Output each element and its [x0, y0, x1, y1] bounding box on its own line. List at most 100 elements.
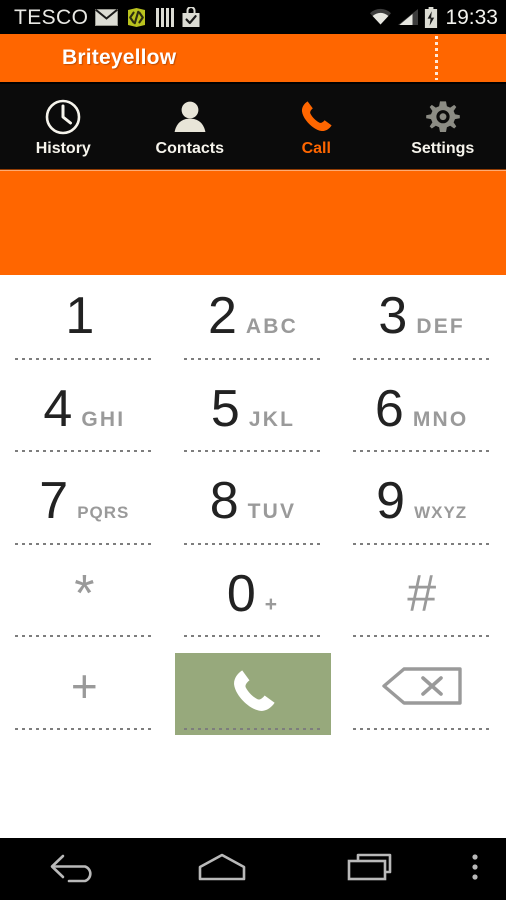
key-letters: WXYZ [414, 503, 468, 523]
key-separator [183, 635, 323, 638]
key-4[interactable]: 4 GHI [0, 368, 169, 461]
tab-bar: History Contacts Call Settings [0, 84, 506, 170]
tab-label-call: Call [301, 140, 331, 157]
play-store-icon [182, 6, 200, 27]
key-separator [15, 635, 154, 638]
tab-history[interactable]: History [0, 84, 127, 170]
key-separator [183, 357, 323, 360]
key-separator [352, 542, 491, 545]
number-display[interactable] [0, 171, 506, 275]
status-bar-clock: 19:33 [445, 5, 498, 29]
key-2[interactable]: 2 ABC [169, 275, 338, 368]
key-hash[interactable]: # [337, 553, 506, 646]
mail-icon [95, 8, 119, 26]
recents-icon [344, 850, 396, 889]
key-0[interactable]: 0 + [169, 553, 338, 646]
keypad-row: 4 GHI 5 JKL 6 MNO [0, 368, 506, 461]
app-bar-divider [435, 36, 438, 80]
phone-handset-icon [226, 665, 280, 724]
key-letters: DEF [416, 315, 465, 339]
tab-settings[interactable]: Settings [380, 84, 506, 170]
overflow-menu-icon [470, 850, 480, 889]
carrier-label: TESCO [14, 5, 89, 29]
app-title: Briteyellow [62, 46, 177, 69]
call-button[interactable] [175, 653, 331, 736]
key-digit: # [407, 565, 437, 624]
tab-call[interactable]: Call [253, 84, 380, 170]
keypad-action-row: + [0, 645, 506, 738]
nav-home-button[interactable] [148, 838, 296, 900]
key-digit: 1 [65, 287, 95, 346]
key-separator [352, 357, 491, 360]
nav-menu-button[interactable] [444, 838, 506, 900]
call-button-cell [169, 645, 338, 738]
app-bar: Briteyellow [0, 34, 506, 82]
system-nav-bar [0, 838, 506, 900]
key-letters: + [264, 593, 280, 617]
key-5[interactable]: 5 JKL [169, 368, 338, 461]
key-letters: TUV [247, 500, 297, 524]
keypad-row: 1 2 ABC 3 DEF [0, 275, 506, 368]
keypad-row: 7 PQRS 8 TUV 9 WXYZ [0, 460, 506, 553]
key-digit: 2 [207, 287, 237, 346]
home-icon [194, 850, 250, 889]
key-8[interactable]: 8 TUV [169, 460, 338, 553]
tab-label-contacts: Contacts [155, 140, 224, 157]
key-6[interactable]: 6 MNO [337, 368, 506, 461]
key-letters: PQRS [77, 503, 130, 523]
key-digit: 7 [39, 472, 69, 531]
keypad-row: * 0 + # [0, 553, 506, 646]
key-3[interactable]: 3 DEF [337, 275, 506, 368]
key-letters: JKL [248, 407, 296, 431]
backspace-icon [380, 665, 464, 707]
key-delete[interactable] [337, 645, 506, 738]
status-bar-left: TESCO [14, 5, 369, 29]
key-letters: MNO [412, 407, 469, 431]
key-separator [183, 542, 323, 545]
gear-icon [423, 97, 463, 137]
key-1[interactable]: 1 [0, 275, 169, 368]
battery-charging-icon [425, 6, 438, 28]
dial-keypad: 1 2 ABC 3 DEF 4 GHI 5 JKL 6 MNO 7 PQRS 8… [0, 275, 506, 738]
key-digit: 8 [209, 472, 239, 531]
key-separator [15, 727, 154, 730]
key-digit: 0 [226, 565, 256, 624]
clock-icon [43, 97, 83, 137]
key-plus[interactable]: + [0, 645, 169, 738]
developer-icon [128, 7, 146, 27]
tab-label-settings: Settings [411, 140, 475, 157]
key-star[interactable]: * [0, 553, 169, 646]
key-separator [15, 542, 154, 545]
key-digit: 4 [43, 379, 73, 438]
key-digit: 5 [210, 379, 240, 438]
key-digit: 9 [376, 472, 406, 531]
bars-icon [156, 7, 175, 27]
key-letters: GHI [81, 407, 126, 431]
plus-label: + [70, 659, 98, 712]
phone-screen: TESCO 19:33 Briteyellow History Contacts… [0, 0, 506, 900]
nav-back-button[interactable] [0, 838, 148, 900]
key-separator [352, 727, 491, 730]
key-separator [15, 450, 154, 453]
tab-contacts[interactable]: Contacts [127, 84, 254, 170]
key-separator [352, 450, 491, 453]
key-digit: 6 [374, 379, 404, 438]
signal-icon [398, 9, 419, 25]
key-separator [183, 450, 323, 453]
key-separator [15, 357, 154, 360]
tab-label-history: History [35, 140, 91, 157]
key-7[interactable]: 7 PQRS [0, 460, 169, 553]
key-digit: * [74, 565, 95, 624]
key-9[interactable]: 9 WXYZ [337, 460, 506, 553]
person-icon [170, 97, 210, 137]
key-digit: 3 [378, 287, 408, 346]
key-separator [183, 727, 323, 730]
key-separator [352, 635, 491, 638]
key-letters: ABC [245, 315, 299, 339]
wifi-icon [370, 8, 392, 25]
status-bar: TESCO 19:33 [0, 0, 506, 34]
status-bar-right: 19:33 [369, 5, 498, 29]
phone-icon [296, 97, 336, 137]
nav-recents-button[interactable] [296, 838, 444, 900]
back-arrow-icon [47, 850, 101, 889]
